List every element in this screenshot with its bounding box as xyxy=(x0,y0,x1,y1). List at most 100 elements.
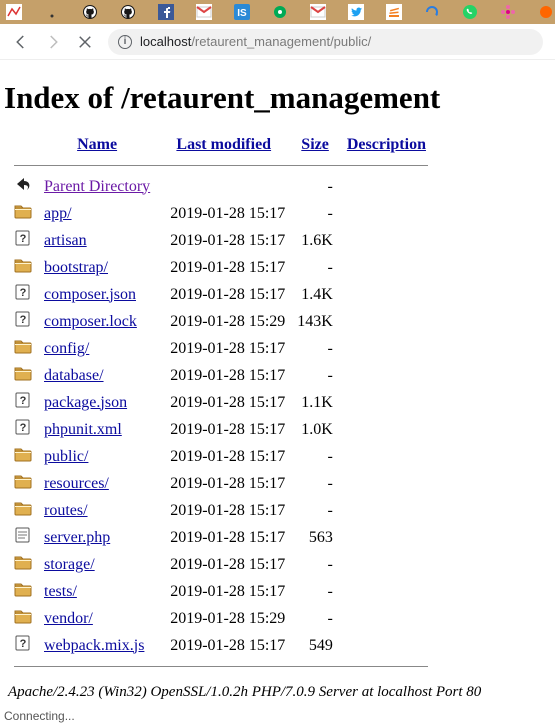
listing-row: app/2019-01-28 15:17- xyxy=(8,200,434,227)
url-text: localhost/retaurent_management/public/ xyxy=(140,34,371,49)
tab-favicon-whatsapp[interactable] xyxy=(462,4,478,20)
tab-favicon-chart[interactable] xyxy=(6,4,22,20)
entry-description xyxy=(339,632,434,659)
entry-name: storage/ xyxy=(38,551,156,578)
entry-name: artisan xyxy=(38,227,156,254)
header-last-modified[interactable]: Last modified xyxy=(156,132,291,158)
header-size[interactable]: Size xyxy=(291,132,339,158)
tab-favicon-flower[interactable] xyxy=(500,4,516,20)
url-path: /retaurent_management/public/ xyxy=(191,34,371,49)
folder-icon xyxy=(8,335,38,362)
entry-description xyxy=(339,362,434,389)
listing-row: vendor/2019-01-28 15:29- xyxy=(8,605,434,632)
entry-link[interactable]: phpunit.xml xyxy=(44,421,122,438)
forward-button[interactable] xyxy=(44,33,62,51)
entry-date: 2019-01-28 15:17 xyxy=(156,497,291,524)
entry-date: 2019-01-28 15:17 xyxy=(156,281,291,308)
entry-link[interactable]: package.json xyxy=(44,394,127,411)
tab-favicon-orange[interactable] xyxy=(538,4,554,20)
entry-link[interactable]: tests/ xyxy=(44,583,77,600)
back-button[interactable] xyxy=(12,33,30,51)
entry-link[interactable]: Parent Directory xyxy=(44,178,150,195)
folder-icon xyxy=(8,470,38,497)
header-name[interactable]: Name xyxy=(38,132,156,158)
tab-favicon-dot[interactable] xyxy=(44,4,60,20)
entry-description xyxy=(339,416,434,443)
entry-description xyxy=(339,254,434,281)
entry-link[interactable]: webpack.mix.js xyxy=(44,637,144,654)
entry-size: 1.6K xyxy=(291,227,339,254)
address-bar[interactable]: i localhost/retaurent_management/public/ xyxy=(108,29,543,55)
listing-row: config/2019-01-28 15:17- xyxy=(8,335,434,362)
entry-link[interactable]: database/ xyxy=(44,367,104,384)
stop-button[interactable] xyxy=(76,33,94,51)
folder-icon xyxy=(8,551,38,578)
entry-link[interactable]: artisan xyxy=(44,232,87,249)
entry-size: - xyxy=(291,578,339,605)
site-info-icon[interactable]: i xyxy=(118,35,132,49)
file-icon xyxy=(8,416,38,443)
tab-favicon-isquare[interactable]: IS xyxy=(234,4,250,20)
folder-icon xyxy=(8,254,38,281)
tab-favicon-facebook[interactable] xyxy=(158,4,174,20)
entry-link[interactable]: storage/ xyxy=(44,556,95,573)
entry-link[interactable]: vendor/ xyxy=(44,610,93,627)
entry-description xyxy=(339,281,434,308)
listing-row: Parent Directory- xyxy=(8,173,434,200)
entry-date: 2019-01-28 15:29 xyxy=(156,308,291,335)
listing-row: composer.json 2019-01-28 15:171.4K xyxy=(8,281,434,308)
entry-link[interactable]: resources/ xyxy=(44,475,109,492)
entry-size: - xyxy=(291,443,339,470)
entry-date: 2019-01-28 15:17 xyxy=(156,524,291,551)
entry-link[interactable]: bootstrap/ xyxy=(44,259,108,276)
listing-row: webpack.mix.js2019-01-28 15:17549 xyxy=(8,632,434,659)
server-signature: Apache/2.4.23 (Win32) OpenSSL/1.0.2h PHP… xyxy=(8,684,551,701)
entry-link[interactable]: config/ xyxy=(44,340,89,357)
entry-link[interactable]: composer.json xyxy=(44,286,136,303)
folder-icon xyxy=(8,497,38,524)
tab-favicon-refresh[interactable] xyxy=(424,4,440,20)
entry-link[interactable]: server.php xyxy=(44,529,110,546)
entry-name: vendor/ xyxy=(38,605,156,632)
entry-size: - xyxy=(291,362,339,389)
entry-name: phpunit.xml xyxy=(38,416,156,443)
entry-description xyxy=(339,389,434,416)
entry-name: Parent Directory xyxy=(38,173,156,200)
entry-name: bootstrap/ xyxy=(38,254,156,281)
entry-link[interactable]: routes/ xyxy=(44,502,88,519)
text-icon xyxy=(8,524,38,551)
header-description[interactable]: Description xyxy=(339,132,434,158)
tab-favicon-twitter[interactable] xyxy=(348,4,364,20)
browser-tabstrip: IS xyxy=(0,0,555,24)
entry-description xyxy=(339,578,434,605)
entry-link[interactable]: public/ xyxy=(44,448,88,465)
entry-description xyxy=(339,470,434,497)
file-icon xyxy=(8,308,38,335)
listing-row: resources/2019-01-28 15:17- xyxy=(8,470,434,497)
listing-row: routes/2019-01-28 15:17- xyxy=(8,497,434,524)
file-icon xyxy=(8,281,38,308)
entry-date: 2019-01-28 15:17 xyxy=(156,416,291,443)
folder-icon xyxy=(8,200,38,227)
entry-size: - xyxy=(291,551,339,578)
entry-name: composer.lock xyxy=(38,308,156,335)
tab-favicon-github[interactable] xyxy=(120,4,136,20)
listing-row: storage/2019-01-28 15:17- xyxy=(8,551,434,578)
entry-size: 549 xyxy=(291,632,339,659)
entry-name: tests/ xyxy=(38,578,156,605)
entry-link[interactable]: composer.lock xyxy=(44,313,137,330)
entry-link[interactable]: app/ xyxy=(44,205,72,222)
entry-size: 1.4K xyxy=(291,281,339,308)
tab-favicon-github[interactable] xyxy=(82,4,98,20)
entry-size: - xyxy=(291,254,339,281)
tab-favicon-gmail[interactable] xyxy=(310,4,326,20)
entry-description xyxy=(339,335,434,362)
browser-toolbar: i localhost/retaurent_management/public/ xyxy=(0,24,555,60)
tab-favicon-stack[interactable] xyxy=(386,4,402,20)
entry-date: 2019-01-28 15:17 xyxy=(156,335,291,362)
tab-favicon-circle-dot[interactable] xyxy=(272,4,288,20)
listing-row: composer.lock2019-01-28 15:29143K xyxy=(8,308,434,335)
tab-favicon-gmail[interactable] xyxy=(196,4,212,20)
page-content: Index of /retaurent_management Name Last… xyxy=(0,60,555,707)
entry-date: 2019-01-28 15:29 xyxy=(156,605,291,632)
